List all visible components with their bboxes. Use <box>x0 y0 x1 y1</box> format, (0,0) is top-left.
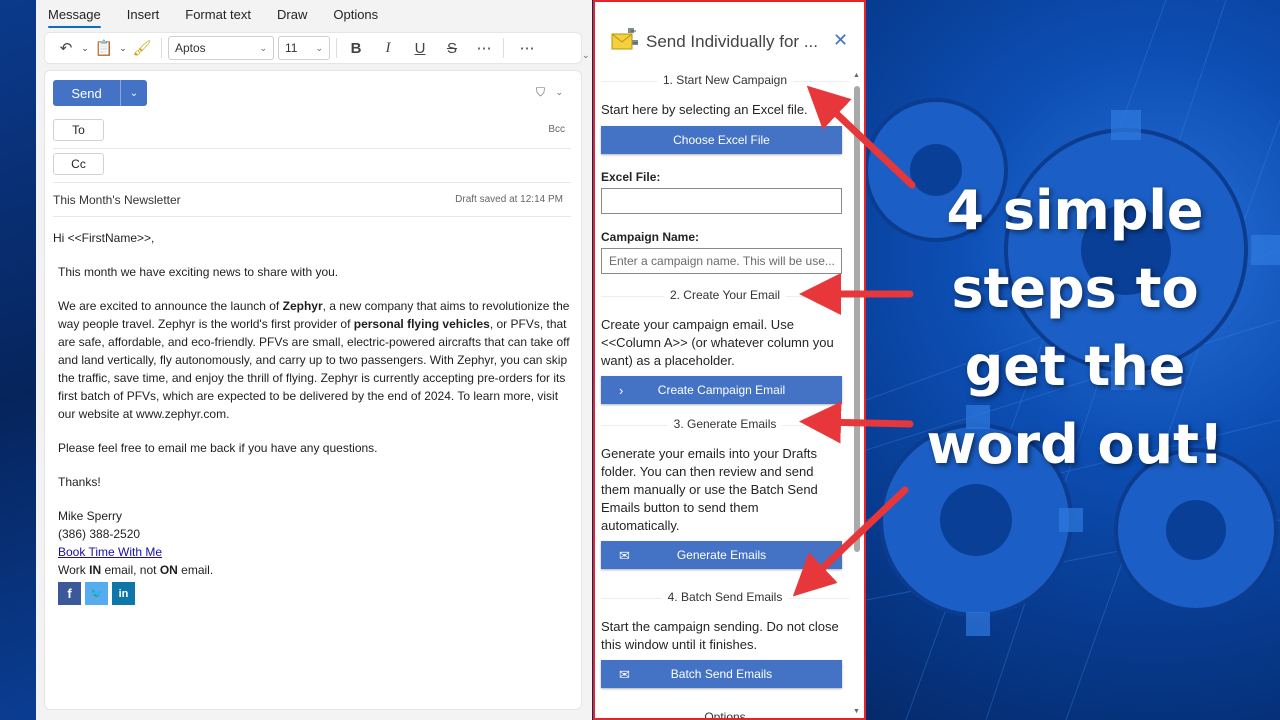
signature-phone: (386) 388-2520 <box>58 527 141 541</box>
to-row: To Bcc <box>53 115 571 149</box>
closing: Thanks! <box>58 475 101 489</box>
callout-headline: 4 simple steps to get the word out! <box>920 172 1230 484</box>
batch-send-emails-button[interactable]: ✉ Batch Send Emails <box>601 660 842 688</box>
ribbon-tabs: Message Insert Format text Draw Options <box>36 0 592 28</box>
excel-file-field[interactable] <box>601 188 842 214</box>
campaign-name-input[interactable]: Enter a campaign name. This will be use.… <box>601 248 842 274</box>
compose-pane: Message Insert Format text Draw Options … <box>36 0 592 720</box>
message-body[interactable]: Hi <<FirstName>>, This month we have exc… <box>53 229 571 605</box>
step2-title: 2. Create Your Email <box>601 288 849 302</box>
draft-status: Draft saved at 12:14 PM <box>455 194 563 205</box>
tab-insert[interactable]: Insert <box>127 1 160 28</box>
tab-format-text[interactable]: Format text <box>185 1 251 28</box>
italic-icon[interactable]: I <box>375 35 401 61</box>
excel-file-label: Excel File: <box>601 170 661 184</box>
body-paragraph: This month we have exciting news to shar… <box>58 265 339 279</box>
addin-logo-icon <box>611 28 638 50</box>
mail-icon: ✉ <box>619 548 630 563</box>
generate-emails-label: Generate Emails <box>676 548 767 562</box>
signature-tagline: Work IN email, not ON email. <box>58 563 214 577</box>
signature-name: Mike Sperry <box>58 509 123 523</box>
twitter-icon[interactable]: 🐦 <box>85 582 108 605</box>
chevron-down-icon[interactable]: ⌄ <box>117 35 129 61</box>
more-options-icon[interactable]: ⋯ <box>514 35 540 61</box>
step3-title: 3. Generate Emails <box>601 417 849 431</box>
chevron-down-icon[interactable]: ⌄ <box>121 80 147 106</box>
generate-emails-button[interactable]: ✉ Generate Emails <box>601 541 842 569</box>
chevron-right-icon: › <box>619 383 624 398</box>
callout-line: get the <box>964 335 1186 398</box>
batch-send-emails-label: Batch Send Emails <box>670 667 773 681</box>
font-size-value: 11 <box>285 41 298 55</box>
send-button-group: Send ⌄ <box>53 80 147 106</box>
step3-text: Generate your emails into your Drafts fo… <box>601 446 818 533</box>
step1-title: 1. Start New Campaign <box>601 73 849 87</box>
font-name-select[interactable]: Aptos ⌄ <box>168 36 274 60</box>
font-size-select[interactable]: 11 ⌄ <box>278 36 330 60</box>
chevron-down-icon[interactable]: ⌄ <box>555 87 563 98</box>
font-name-value: Aptos <box>175 41 206 55</box>
divider <box>503 38 504 58</box>
strikethrough-icon[interactable]: S <box>439 35 465 61</box>
signature: Mike Sperry (386) 388-2520 Book Time Wit… <box>53 507 571 579</box>
divider <box>161 38 162 58</box>
subject-text[interactable]: This Month's Newsletter <box>53 193 181 207</box>
facebook-icon[interactable]: f <box>58 582 81 605</box>
social-links: f 🐦 in <box>53 582 571 605</box>
step1-text: Start here by selecting an Excel file. <box>601 102 808 117</box>
pane-scrollbar[interactable]: ▲ ▼ <box>853 72 862 718</box>
choose-excel-file-button[interactable]: Choose Excel File <box>601 126 842 154</box>
send-button[interactable]: Send <box>53 80 121 106</box>
cc-row: Cc <box>53 149 571 183</box>
callout-line: 4 simple <box>946 179 1204 242</box>
formatting-toolbar: ↶ ⌄ 📋 ⌄ 🖌 Aptos ⌄ 11 ⌄ B I U S ⋯ ⋯ <box>44 32 582 64</box>
divider <box>336 38 337 58</box>
more-formatting-icon[interactable]: ⋯ <box>471 35 497 61</box>
step2-text: Create your campaign email. Use <<Column… <box>601 317 834 368</box>
mail-icon: ✉ <box>619 667 630 682</box>
cc-button[interactable]: Cc <box>53 153 104 175</box>
bold-icon[interactable]: B <box>343 35 369 61</box>
to-button[interactable]: To <box>53 119 104 141</box>
tab-message[interactable]: Message <box>48 1 101 28</box>
chevron-down-icon: ⌄ <box>259 42 267 53</box>
create-campaign-email-button[interactable]: › Create Campaign Email <box>601 376 842 404</box>
sensitivity-shield-icon[interactable]: ⛉ <box>536 85 545 100</box>
book-time-link[interactable]: Book Time With Me <box>58 545 162 559</box>
close-icon[interactable]: ✕ <box>833 30 848 51</box>
body-paragraph: Please feel free to email me back if you… <box>58 441 378 455</box>
callout-line: word out! <box>926 413 1224 476</box>
message-card: Send ⌄ ⛉ ⌄ To Bcc Cc This Month's Newsle… <box>44 70 582 710</box>
tab-draw[interactable]: Draw <box>277 1 307 28</box>
callout-line: steps to <box>951 257 1199 320</box>
pane-title: Send Individually for ... <box>646 32 818 51</box>
step4-text: Start the campaign sending. Do not close… <box>601 619 839 652</box>
clipboard-icon[interactable]: 📋 <box>91 35 117 61</box>
linkedin-icon[interactable]: in <box>112 582 135 605</box>
body-paragraph: We are excited to announce the launch of… <box>58 299 570 421</box>
addin-task-pane: Send Individually for ... ✕ ▲ ▼ 1. Start… <box>593 0 866 720</box>
tab-options[interactable]: Options <box>333 1 378 28</box>
options-title[interactable]: Options <box>601 710 849 718</box>
scroll-up-icon[interactable]: ▲ <box>853 72 860 79</box>
create-campaign-email-label: Create Campaign Email <box>657 383 786 397</box>
pane-header: Send Individually for ... ✕ <box>595 2 864 72</box>
undo-icon[interactable]: ↶ <box>53 35 79 61</box>
chevron-down-icon: ⌄ <box>315 42 323 53</box>
format-painter-icon[interactable]: 🖌 <box>129 35 155 61</box>
campaign-name-label: Campaign Name: <box>601 230 700 244</box>
bcc-link[interactable]: Bcc <box>548 124 565 135</box>
greeting: Hi <<FirstName>>, <box>53 231 155 245</box>
step4-title: 4. Batch Send Emails <box>601 590 849 604</box>
scroll-down-icon[interactable]: ▼ <box>853 708 860 715</box>
toolbar-expand-icon[interactable]: ⌄ <box>582 50 590 61</box>
scrollbar-thumb[interactable] <box>854 86 860 552</box>
background-left <box>0 0 36 720</box>
subject-field[interactable]: This Month's Newsletter Draft saved at 1… <box>53 187 571 217</box>
underline-icon[interactable]: U <box>407 35 433 61</box>
chevron-down-icon[interactable]: ⌄ <box>79 35 91 61</box>
